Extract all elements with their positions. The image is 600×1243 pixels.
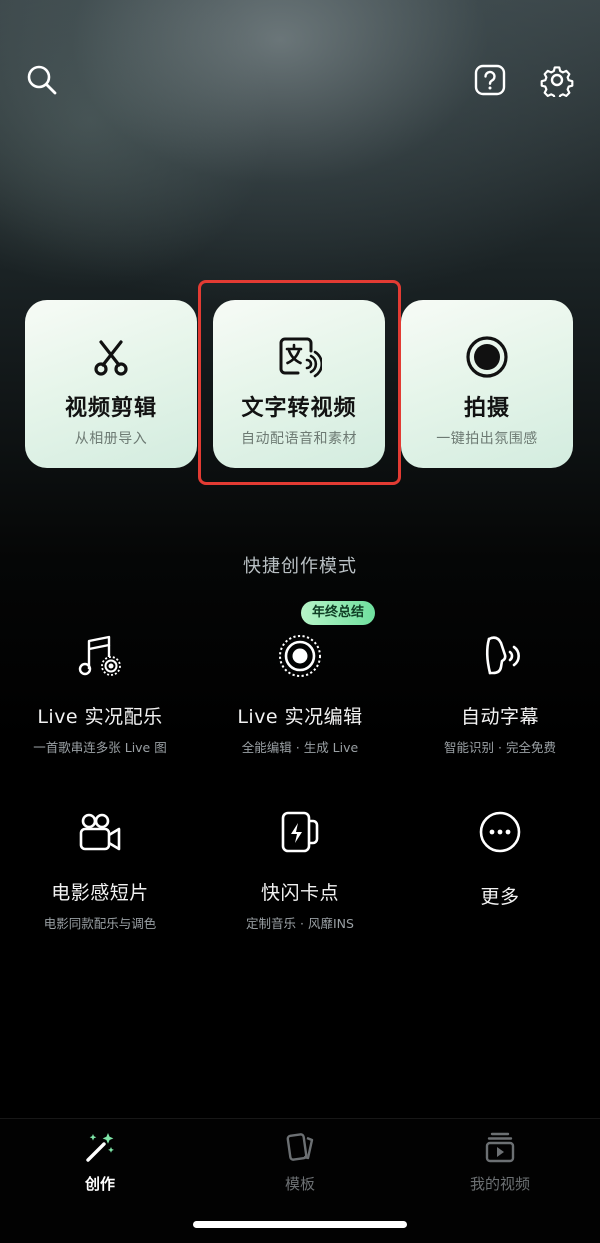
tab-templates[interactable]: 模板 [200,1129,400,1194]
home-indicator[interactable] [193,1221,407,1228]
card-title: 拍摄 [463,396,510,421]
mode-title: Live 实况配乐 [37,706,163,728]
section-title: 快捷创作模式 [243,556,357,577]
template-cards-icon [282,1129,318,1165]
tab-label: 模板 [284,1175,315,1193]
help-icon [474,64,506,96]
search-button[interactable] [22,60,62,100]
mode-cinematic[interactable]: 电影感短片 电影同款配乐与调色 [0,806,200,932]
scissors-icon [88,334,134,380]
mode-title: 电影感短片 [51,882,149,904]
card-subtitle: 从相册导入 [74,431,148,447]
help-button[interactable] [470,60,510,100]
mode-title: 自动字幕 [460,706,539,728]
card-title: 视频剪辑 [64,396,157,421]
mode-title: Live 实况编辑 [237,706,363,728]
mode-title: 快闪卡点 [260,882,339,904]
mode-title: 更多 [480,886,520,908]
mode-live-music[interactable]: Live 实况配乐 一首歌串连多张 Live 图 [0,630,200,756]
mode-more[interactable]: 更多 [400,806,600,909]
mode-subtitle: 定制音乐 · 风靡INS [246,916,354,931]
card-subtitle: 一键拍出氛围感 [436,431,538,447]
live-photo-icon [274,630,326,682]
year-summary-badge[interactable]: 年终总结 [301,601,376,625]
search-icon [27,65,57,95]
movie-camera-icon [74,806,126,858]
speaking-head-icon [474,630,526,682]
tab-label: 创作 [84,1175,115,1193]
shoot-card[interactable]: 拍摄 一键拍出氛围感 [401,300,573,468]
mode-live-edit[interactable]: Live 实况编辑 全能编辑 · 生成 Live [200,630,400,756]
tab-my-videos[interactable]: 我的视频 [400,1129,600,1194]
my-videos-icon [482,1129,518,1165]
music-note-icon [74,630,126,682]
magic-wand-icon [82,1129,118,1165]
highlight-box [198,280,401,485]
flash-card-icon [274,806,326,858]
gear-icon [540,66,574,97]
mode-auto-subtitle[interactable]: 自动字幕 智能识别 · 完全免费 [400,630,600,756]
video-edit-card[interactable]: 视频剪辑 从相册导入 [25,300,197,468]
mode-flash-beat[interactable]: 快闪卡点 定制音乐 · 风靡INS [200,806,400,932]
mode-subtitle: 智能识别 · 完全免费 [444,740,556,755]
more-icon [474,806,526,858]
mode-subtitle: 全能编辑 · 生成 Live [241,740,359,755]
settings-button[interactable] [537,60,577,100]
shutter-icon [464,334,510,380]
tab-label: 我的视频 [469,1175,530,1193]
mode-subtitle: 电影同款配乐与调色 [43,916,157,931]
mode-subtitle: 一首歌串连多张 Live 图 [33,740,167,755]
tab-create[interactable]: 创作 [0,1129,200,1194]
